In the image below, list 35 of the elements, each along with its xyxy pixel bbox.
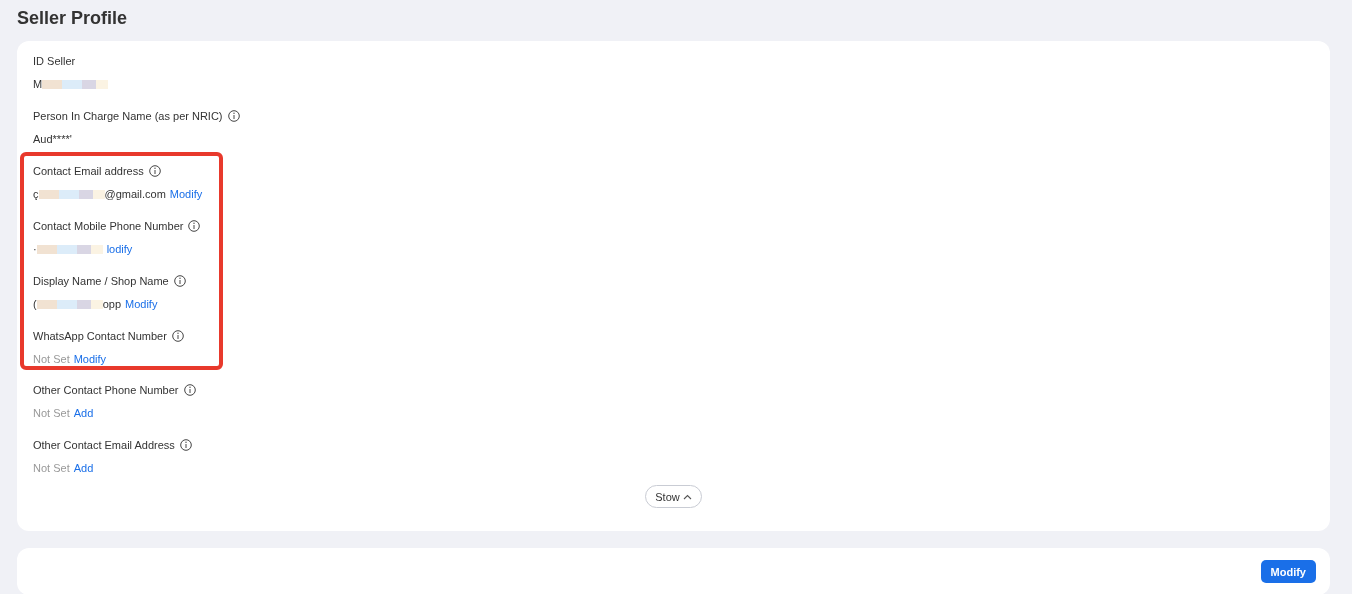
field-value: opp	[102, 298, 122, 310]
info-icon[interactable]	[188, 220, 201, 232]
field-label: Contact Email address	[33, 165, 144, 177]
field-label: Person In Charge Name (as per NRIC)	[33, 110, 223, 122]
field-label: Other Contact Email Address	[33, 439, 175, 451]
stow-button[interactable]: Stow	[645, 485, 702, 508]
field-value: ç	[33, 188, 39, 200]
field-value: ·	[33, 243, 37, 255]
field-label: WhatsApp Contact Number	[33, 330, 167, 342]
field-value: Not Set	[33, 407, 70, 419]
field-value: @gmail.com	[104, 188, 166, 200]
modify-link[interactable]: Modify	[125, 298, 158, 310]
field-value: Aud****'	[33, 133, 72, 145]
modify-button[interactable]: Modify	[1260, 560, 1316, 583]
modify-link[interactable]: lodify	[106, 243, 133, 255]
field-label: Other Contact Phone Number	[33, 384, 179, 396]
info-icon[interactable]	[227, 110, 240, 122]
page-title: Seller Profile	[17, 8, 129, 29]
field-value: (	[33, 298, 37, 310]
field-value: Not Set	[33, 353, 70, 365]
field-label: Contact Mobile Phone Number	[33, 220, 184, 232]
info-icon[interactable]	[148, 165, 161, 177]
field-label: ID Seller	[33, 55, 76, 67]
field-value: Not Set	[33, 462, 70, 474]
modify-link[interactable]: Add	[73, 462, 94, 474]
info-icon[interactable]	[179, 439, 192, 451]
info-icon[interactable]	[173, 275, 186, 287]
info-icon[interactable]	[171, 330, 184, 342]
field-label: Display Name / Shop Name	[33, 275, 169, 287]
modify-link[interactable]: Add	[73, 407, 94, 419]
chevron-up-icon	[682, 493, 692, 500]
modify-link[interactable]: Modify	[169, 188, 203, 200]
modify-link[interactable]: Modify	[73, 353, 107, 365]
field-value: M	[33, 78, 43, 90]
info-icon[interactable]	[183, 384, 196, 396]
